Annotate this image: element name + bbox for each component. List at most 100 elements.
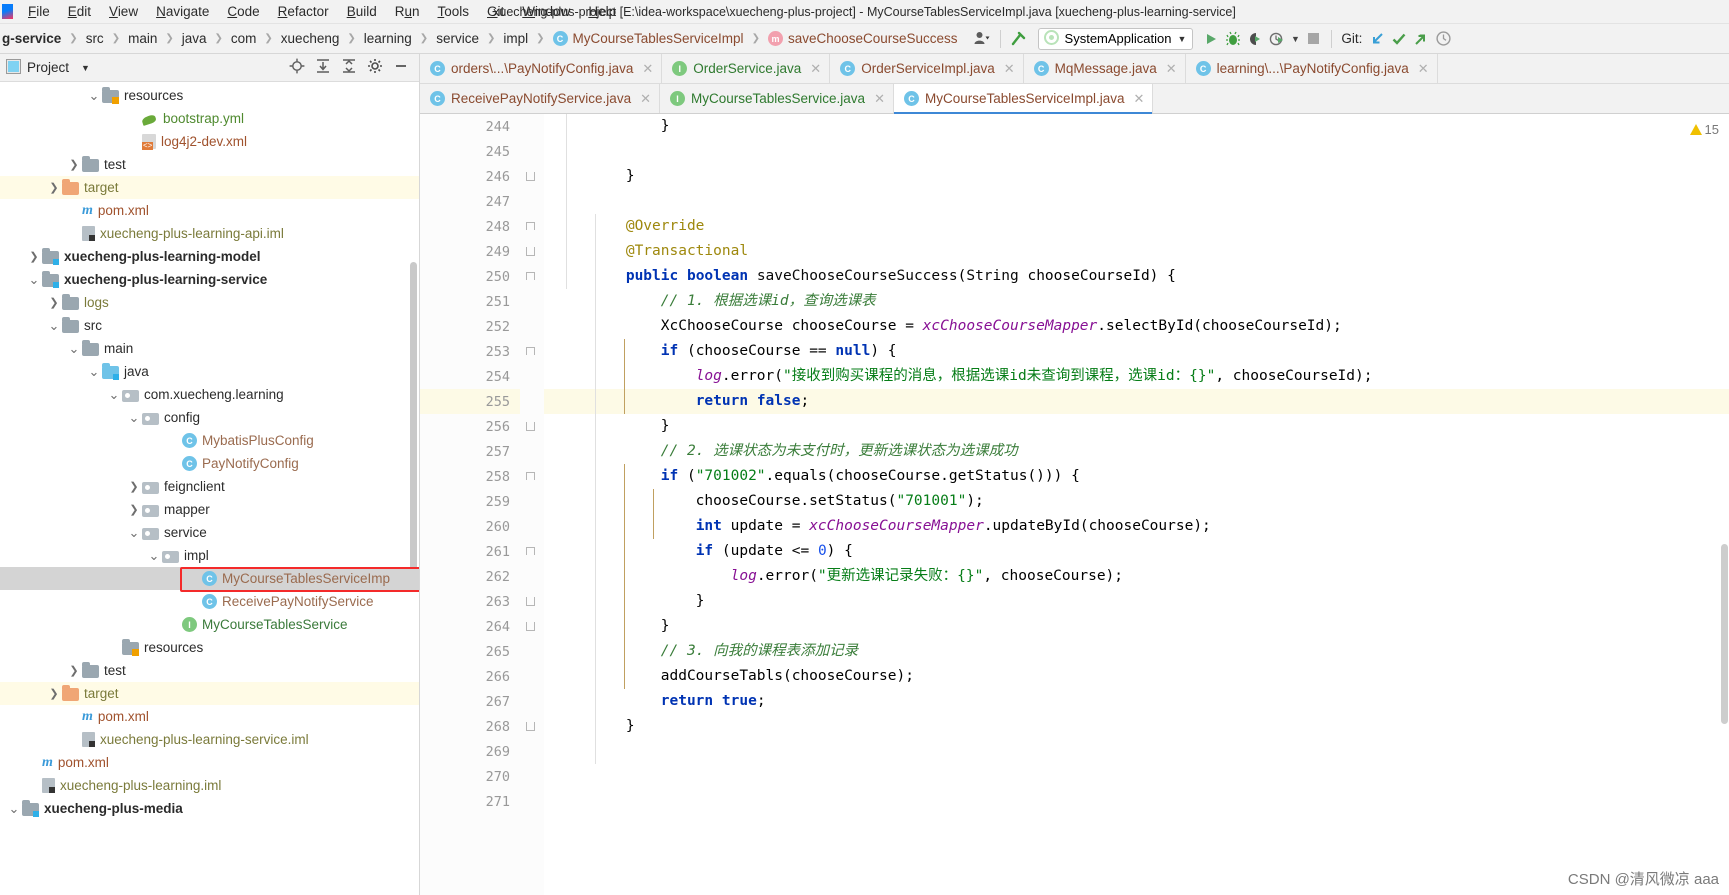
chevron-down-icon[interactable]: ⌄ <box>66 342 82 355</box>
inspection-warning-indicator[interactable]: 15 <box>1689 122 1719 137</box>
breadcrumb-java[interactable]: java <box>175 24 214 53</box>
tree-node-service[interactable]: ⌄ service <box>0 521 419 544</box>
tree-node-src[interactable]: ⌄ src <box>0 314 419 337</box>
breadcrumb[interactable]: g-service ❯ src ❯ main ❯ java ❯ com ❯ xuecheng ❯ lea… <box>0 24 965 53</box>
fold-region-end-icon[interactable] <box>526 422 535 431</box>
tree-node-receivepaynotifyservice[interactable]: C ReceivePayNotifyService <box>0 590 419 613</box>
tree-node-paynotifyconfig[interactable]: C PayNotifyConfig <box>0 452 419 475</box>
tree-node-java[interactable]: ⌄ java <box>0 360 419 383</box>
tree-node-xuecheng-plus-learning-api-iml[interactable]: xuecheng-plus-learning-api.iml <box>0 222 419 245</box>
chevron-right-icon[interactable]: ❯ <box>126 503 142 516</box>
chevron-down-icon[interactable]: ⌄ <box>26 273 42 286</box>
code-line[interactable]: chooseCourse.setStatus("701001"); <box>544 489 1729 514</box>
code-line[interactable]: return true; <box>544 689 1729 714</box>
editor-tab-orderserviceimpl-java[interactable]: C OrderServiceImpl.java ✕ <box>830 54 1024 83</box>
menu-item-tools[interactable]: Tools <box>429 2 479 21</box>
editor-tab-receivepaynotifyservice-java[interactable]: C ReceivePayNotifyService.java ✕ <box>420 84 660 113</box>
code-line[interactable] <box>544 739 1729 764</box>
tree-node-mycoursetablesserviceimp[interactable]: C MyCourseTablesServiceImp <box>0 567 419 592</box>
breadcrumb-mycoursetablesserviceimpl[interactable]: C MyCourseTablesServiceImpl <box>546 24 751 53</box>
editor-scrollbar-thumb[interactable] <box>1721 544 1728 724</box>
code-line[interactable] <box>544 139 1729 164</box>
editor-tab-learning-----paynotifyconfig-java[interactable]: Clearning\...\PayNotifyConfig.java ✕ <box>1185 54 1438 83</box>
close-icon[interactable]: ✕ <box>640 91 651 107</box>
code-line[interactable]: // 2. 选课状态为未支付时，更新选课状态为选课成功 <box>544 439 1729 464</box>
menu-item-code[interactable]: Code <box>218 2 268 21</box>
menu-bar[interactable]: File Edit View Navigate Code Refactor Build Run… <box>19 2 625 21</box>
chevron-down-icon[interactable]: ⌄ <box>46 319 62 332</box>
project-tree[interactable]: ⌄ resources bootstrap.yml log4j2-dev.xml ❯ te… <box>0 82 419 895</box>
code-line[interactable]: } <box>544 114 1729 139</box>
breadcrumb-learning[interactable]: learning <box>357 24 419 53</box>
editor-tab-mycoursetablesserviceimpl-java[interactable]: C MyCourseTablesServiceImpl.java ✕ <box>893 84 1154 114</box>
editor-tab-orders-----paynotifyconfig-java[interactable]: Corders\...\PayNotifyConfig.java ✕ <box>420 54 663 83</box>
code-line[interactable]: if (chooseCourse == null) { <box>544 339 1729 364</box>
tree-node-target[interactable]: ❯ target <box>0 682 419 705</box>
user-settings-icon[interactable] <box>971 28 993 50</box>
fold-region-end-icon[interactable] <box>526 172 535 181</box>
menu-item-window[interactable]: Window <box>513 2 579 21</box>
chevron-down-icon[interactable]: ▼ <box>1178 34 1187 44</box>
chevron-down-icon[interactable]: ⌄ <box>106 388 122 401</box>
tree-node-xuecheng-plus-learning-service[interactable]: ⌄ xuecheng-plus-learning-service <box>0 268 419 291</box>
code-line[interactable]: public boolean saveChooseCourseSuccess(S… <box>544 264 1729 289</box>
tree-node-bootstrap-yml[interactable]: bootstrap.yml <box>0 107 419 130</box>
tree-node-mybatisplusconfig[interactable]: C MybatisPlusConfig <box>0 429 419 452</box>
tree-node-target[interactable]: ❯ target <box>0 176 419 199</box>
build-hammer-icon[interactable] <box>1008 28 1030 50</box>
editor-tab-mycoursetablesservice-java[interactable]: I MyCourseTablesService.java ✕ <box>659 84 894 113</box>
chevron-down-icon[interactable]: ⌄ <box>126 526 142 539</box>
gear-icon[interactable] <box>367 58 383 77</box>
breadcrumb-service[interactable]: service <box>429 24 486 53</box>
profiler-dropdown-icon[interactable]: ▼ <box>1288 28 1302 50</box>
tree-node-main[interactable]: ⌄ main <box>0 337 419 360</box>
code-line[interactable]: if (update <= 0) { <box>544 539 1729 564</box>
tree-node-impl[interactable]: ⌄ impl <box>0 544 419 567</box>
fold-region-start-icon[interactable] <box>526 547 535 555</box>
code-line[interactable]: if ("701002".equals(chooseCourse.getStat… <box>544 464 1729 489</box>
tree-node-logs[interactable]: ❯ logs <box>0 291 419 314</box>
menu-item-navigate[interactable]: Navigate <box>147 2 218 21</box>
chevron-right-icon[interactable]: ❯ <box>66 664 82 677</box>
run-with-coverage-icon[interactable] <box>1244 28 1266 50</box>
git-history-icon[interactable] <box>1432 28 1454 50</box>
code-line[interactable]: } <box>544 414 1729 439</box>
code-line[interactable]: // 1. 根据选课id，查询选课表 <box>544 289 1729 314</box>
code-line[interactable]: addCourseTabls(chooseCourse); <box>544 664 1729 689</box>
hide-icon[interactable] <box>393 58 409 77</box>
breadcrumb-com[interactable]: com <box>224 24 264 53</box>
collapse-all-icon[interactable] <box>341 58 357 77</box>
git-push-icon[interactable] <box>1410 28 1432 50</box>
breadcrumb-main[interactable]: main <box>121 24 164 53</box>
code-line[interactable]: @Transactional <box>544 239 1729 264</box>
chevron-right-icon[interactable]: ❯ <box>126 480 142 493</box>
close-icon[interactable]: ✕ <box>810 61 821 77</box>
code-folding-column[interactable] <box>520 114 544 895</box>
tree-node-com-xuecheng-learning[interactable]: ⌄ com.xuecheng.learning <box>0 383 419 406</box>
expand-all-icon[interactable] <box>315 58 331 77</box>
chevron-down-icon[interactable]: ⌄ <box>86 365 102 378</box>
editor-scrollbar[interactable] <box>1721 114 1728 895</box>
chevron-right-icon[interactable]: ❯ <box>46 296 62 309</box>
tree-node-pom-xml[interactable]: m pom.xml <box>0 705 419 728</box>
menu-item-view[interactable]: View <box>100 2 147 21</box>
git-commit-icon[interactable] <box>1388 28 1410 50</box>
chevron-right-icon[interactable]: ❯ <box>66 158 82 171</box>
tree-node-xuecheng-plus-media[interactable]: ⌄ xuecheng-plus-media <box>0 797 419 820</box>
tree-node-resources[interactable]: ⌄ resources <box>0 84 419 107</box>
chevron-down-icon[interactable]: ⌄ <box>6 802 22 815</box>
close-icon[interactable]: ✕ <box>642 61 653 77</box>
tree-node-pom-xml[interactable]: m pom.xml <box>0 751 419 774</box>
code-line[interactable]: log.error("接收到购买课程的消息，根据选课id未查询到课程，选课id：… <box>544 364 1729 389</box>
fold-region-end-icon[interactable] <box>526 622 535 631</box>
fold-region-start-icon[interactable] <box>526 222 535 230</box>
breadcrumb-savechoosecoursesuccess[interactable]: m saveChooseCourseSuccess <box>761 24 965 53</box>
code-line[interactable]: int update = xcChooseCourseMapper.update… <box>544 514 1729 539</box>
editor-tab-row-1[interactable]: Corders\...\PayNotifyConfig.java ✕ I OrderS… <box>420 54 1729 84</box>
menu-item-help[interactable]: Help <box>579 2 625 21</box>
debug-icon[interactable] <box>1222 28 1244 50</box>
profiler-icon[interactable] <box>1266 28 1288 50</box>
tree-node-mycoursetablesservice[interactable]: I MyCourseTablesService <box>0 613 419 636</box>
tree-node-test[interactable]: ❯ test <box>0 659 419 682</box>
code-line[interactable] <box>544 789 1729 814</box>
